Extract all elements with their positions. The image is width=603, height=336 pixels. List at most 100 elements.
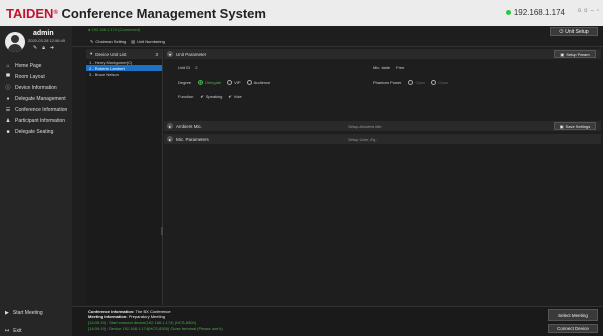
sidebar-item-label: Delegate Seating <box>15 128 54 135</box>
phantom-open-label: Open <box>415 80 426 85</box>
status-bar: Conference information: The BX Conferenc… <box>72 306 603 336</box>
expand-icon: ▸ <box>167 136 173 142</box>
meeting-info-label: Meeting information: <box>88 314 128 319</box>
unit-parameter-header[interactable]: ▾ Unit Parameter ▣ Setup Param <box>164 49 601 59</box>
connection-status: 192.168.1.174 <box>505 8 565 17</box>
log-line: [14:09:19] : Device 192.168.1.174(HCS-83… <box>88 326 223 331</box>
ambient-mic-header[interactable]: ▸ Ambient Mic. Setup Ambient Mic. ▣ Save… <box>164 121 601 131</box>
save-icon: ▣ <box>559 123 564 129</box>
sidebar-item-label: Participant Information <box>15 117 66 124</box>
save-icon: ▣ <box>560 51 565 57</box>
sidebar-item-label: Room Layout <box>15 73 45 80</box>
degree-label: Degree <box>178 80 192 85</box>
mic-parameters-title: Mic. Parameters <box>176 136 209 142</box>
chairman-icon: ✎ <box>90 39 94 44</box>
speaking-label: Speaking <box>205 94 223 99</box>
device-unit-list-header[interactable]: ▾ Device Unit List 3 <box>86 49 162 59</box>
user-datetime: 2020-03-28 12:56:49 <box>28 38 66 43</box>
main-area: ● 192.168.1.174 (Connected) ⏻ Unit Setup… <box>72 26 603 336</box>
connect-device-button[interactable]: Connect Device <box>548 324 598 333</box>
numbering-icon: ▤ <box>131 39 136 44</box>
settings-icon[interactable]: o <box>578 8 581 14</box>
phantom-close-label: Close <box>438 80 449 85</box>
logout-icon[interactable]: ➜ <box>50 45 54 51</box>
degree-delegate-radio[interactable] <box>198 80 204 85</box>
ambient-mic-title: Ambient Mic. <box>176 123 203 129</box>
vote-checkbox[interactable]: ✔ <box>228 94 231 99</box>
sidebar-item-room-layout[interactable]: ▀ Room Layout <box>0 71 72 82</box>
home-icon: ⌂ <box>6 62 10 69</box>
degree-audience-label: Audience <box>253 80 271 85</box>
degree-vip-label: VIP <box>234 80 241 85</box>
info-icon: ⓘ <box>5 85 11 91</box>
unit-setup-label: Unit Setup <box>565 28 589 35</box>
room-icon: ▀ <box>6 73 10 80</box>
speaking-checkbox[interactable]: ✔ <box>200 94 203 99</box>
setup-param-button[interactable]: ▣ Setup Param <box>554 50 596 58</box>
sidebar-item-conference-information[interactable]: ☰ Conference Information <box>0 104 72 115</box>
user-actions: ✎ 🔒︎ ➜ <box>33 45 54 51</box>
sidebar-item-home-page[interactable]: ⌂ Home Page <box>0 60 72 71</box>
toolbar: ✎ Chairman Setting ▤ Unit Numbering <box>72 37 603 47</box>
exit-button[interactable]: ↦ Exit <box>0 324 72 336</box>
log-line: [14:09:19] : Start connect device(192.16… <box>88 320 197 325</box>
phantom-power-label: Phantom Power <box>373 80 402 85</box>
unit-numbering-label: Unit Numbering <box>137 39 165 44</box>
sidebar-item-label: Home Page <box>15 62 42 69</box>
unit-numbering-button[interactable]: ▤ Unit Numbering <box>131 39 165 44</box>
unit-setup-button[interactable]: ⏻ Unit Setup <box>550 27 598 36</box>
chairman-setting-button[interactable]: ✎ Chairman Setting <box>90 39 126 44</box>
list-item[interactable]: 3 - Bruce Nelson <box>86 71 162 77</box>
participant-icon: ♟ <box>5 117 11 124</box>
user-name: admin <box>33 30 54 37</box>
power-icon: ⏻ <box>559 28 564 35</box>
ambient-mic-subtitle: Setup Ambient Mic. <box>348 123 383 129</box>
phantom-open-radio <box>408 80 414 85</box>
sidebar-nav: ⌂ Home Page ▀ Room Layout ⓘ Device Infor… <box>0 60 72 137</box>
title-bar: TAIDEN® Conference Management System 192… <box>0 0 603 26</box>
select-meeting-button[interactable]: Select Meeting <box>548 309 598 321</box>
mic-state-label: Mic. state <box>373 65 391 70</box>
phantom-close-radio <box>431 80 437 85</box>
brand-registered-mark: ® <box>53 10 58 16</box>
meeting-info: Meeting information: Preparatory Meeting <box>88 314 165 319</box>
maximize-icon[interactable]: ▫ <box>597 8 599 14</box>
lock-icon[interactable]: 🔒︎ <box>42 45 45 51</box>
app-title-text: Conference Management System <box>61 6 266 21</box>
degree-audience-radio[interactable] <box>246 80 252 85</box>
brand-name: TAIDEN <box>6 6 54 21</box>
exit-icon: ↦ <box>5 328 10 334</box>
chairman-setting-label: Chairman Setting <box>95 39 127 44</box>
degree-vip-radio[interactable] <box>227 80 233 85</box>
splitter-handle[interactable] <box>161 227 163 235</box>
unit-parameter-title: Unit Parameter <box>176 51 207 57</box>
setup-param-label: Setup Param <box>566 51 590 57</box>
play-icon: ▶ <box>5 310 9 316</box>
edit-icon[interactable]: ✎ <box>33 45 37 51</box>
sidebar-item-delegate-management[interactable]: ♦ Delegate Management <box>0 93 72 104</box>
sidebar-item-delegate-seating[interactable]: ■ Delegate Seating <box>0 126 72 137</box>
sidebar-item-label: Device Information <box>15 84 57 91</box>
start-meeting-label: Start Meeting <box>12 310 43 316</box>
sidebar-item-participant-information[interactable]: ♟ Participant Information <box>0 115 72 126</box>
ip-address: 192.168.1.174 <box>513 8 565 17</box>
help-icon[interactable]: o <box>584 8 587 14</box>
save-settings-label: Save Settings <box>565 123 591 129</box>
degree-delegate-label: Delegate <box>205 80 222 85</box>
sidebar-item-label: Delegate Management <box>15 95 66 102</box>
connected-dot-icon <box>505 10 511 15</box>
sidebar: admin 2020-03-28 12:56:49 ✎ 🔒︎ ➜ ⌂ Home … <box>0 26 72 336</box>
start-meeting-button[interactable]: ▶ Start Meeting <box>0 306 72 320</box>
exit-label: Exit <box>13 328 22 334</box>
unit-id-value: 2 <box>195 65 198 70</box>
save-settings-button[interactable]: ▣ Save Settings <box>554 122 596 130</box>
minimize-icon[interactable]: – <box>591 8 594 14</box>
delegate-icon: ♦ <box>6 95 10 102</box>
unit-details: ▾ Unit Parameter ▣ Setup Param Unit ID 2… <box>164 49 601 305</box>
function-label: Function <box>178 94 194 99</box>
sidebar-item-device-information[interactable]: ⓘ Device Information <box>0 82 72 93</box>
mic-parameters-header[interactable]: ▸ Mic. Parameters Setup Gain, Eq... <box>164 134 601 144</box>
device-unit-list: ▾ Device Unit List 3 1 - Henry Montgomer… <box>86 49 163 305</box>
unit-count: 3 <box>155 51 158 57</box>
app-title: TAIDEN® Conference Management System <box>6 7 266 20</box>
